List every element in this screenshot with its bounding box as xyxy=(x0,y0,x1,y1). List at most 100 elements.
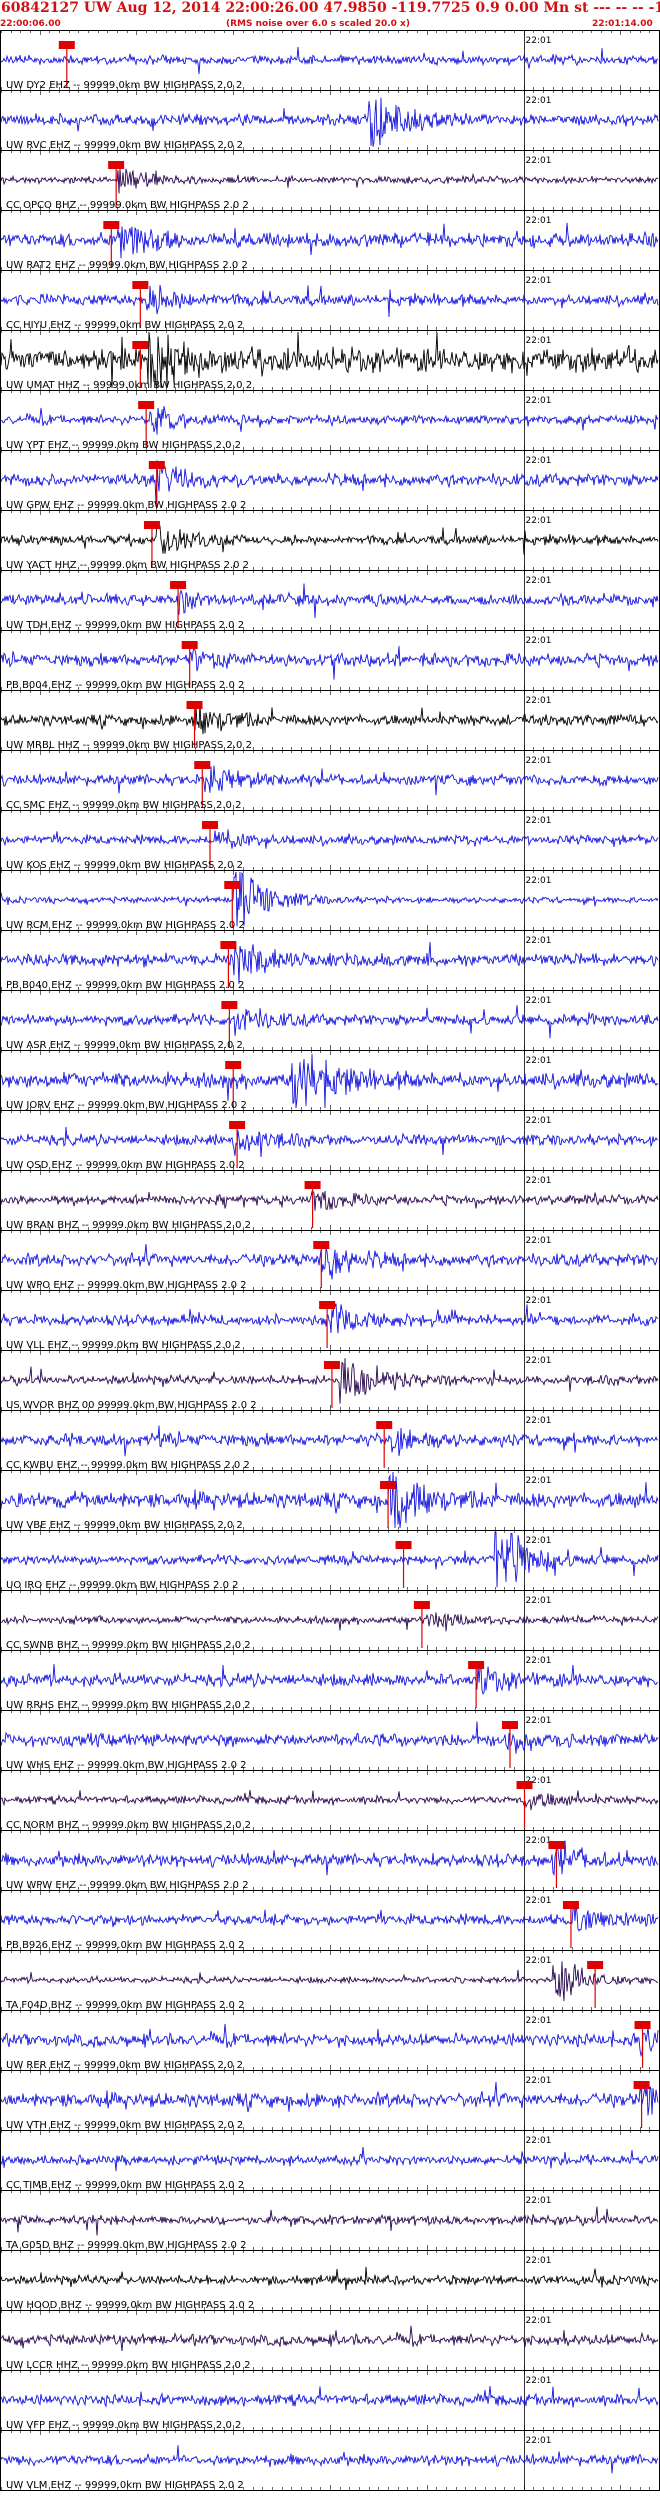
minute-label: 22:01 xyxy=(526,1656,552,1666)
waveform xyxy=(0,583,659,619)
trace-row: 22:01CC NORM BHZ -- 99999.0km BW HIGHPAS… xyxy=(0,1770,660,1831)
waveform xyxy=(0,525,659,555)
trace-label: UW JORV EHZ -- 99999.0km BW HIGHPASS 2.0… xyxy=(6,1100,247,1111)
minute-label: 22:01 xyxy=(526,1416,552,1426)
minute-label: 22:01 xyxy=(526,1836,552,1846)
trace-row: 22:01 PB B004 EHZ -- 99999.0km BW HIGHPAS… xyxy=(0,630,660,691)
trace-label: UW VLL EHZ -- 99999.0km BW HIGHPASS 2.0 … xyxy=(6,1340,241,1351)
waveform xyxy=(0,1425,659,1457)
waveform xyxy=(0,284,659,318)
minute-label: 22:01 xyxy=(526,1716,552,1726)
trace-row: 22:01 UW VLL EHZ -- 99999.0km BW HIGHPASS… xyxy=(0,1290,660,1351)
waveform xyxy=(0,871,659,927)
trace-row: 22:01 UW UMAT HHZ -- 99999.0km BW HIGHPAS… xyxy=(0,330,660,391)
trace-label: PB B040 EHZ -- 99999.0km BW HIGHPASS 2.0… xyxy=(6,980,244,991)
trace-row: 22:01 UW OSD EHZ -- 99999.0km BW HIGHPASS… xyxy=(0,1110,660,1171)
waveform xyxy=(0,1190,659,1211)
trace-label: UW BRAN BHZ -- 99999.0km BW HIGHPASS 2.0… xyxy=(6,1220,251,1231)
waveform xyxy=(0,46,659,75)
waveform xyxy=(0,222,659,259)
trace-row: 22:01 PB B926 EHZ -- 99999.0km BW HIGHPAS… xyxy=(0,1890,660,1951)
waveform xyxy=(0,1961,659,2002)
trace-label: UW RER EHZ -- 99999.0km BW HIGHPASS 2.0 … xyxy=(6,2060,243,2071)
trace-label: UW YPT EHZ -- 99999.0km BW HIGHPASS 2.0 … xyxy=(6,440,241,451)
trace-label: UW RVC EHZ -- 99999.0km BW HIGHPASS 2.0 … xyxy=(6,140,243,151)
minute-label: 22:01 xyxy=(526,876,552,886)
minute-label: 22:01 xyxy=(526,1296,552,1306)
minute-label: 22:01 xyxy=(526,1356,552,1366)
minute-label: 22:01 xyxy=(526,1956,552,1966)
trace-row: 22:01UW VTH EHZ -- 99999.0km BW HIGHPASS… xyxy=(0,2070,660,2131)
minute-label: 22:01 xyxy=(526,1176,552,1186)
trace-row: 22:01 UW YACT HHZ -- 99999.0km BW HIGHPAS… xyxy=(0,510,660,571)
trace-label: UW ASR EHZ -- 99999.0km BW HIGHPASS 2.0 … xyxy=(6,1040,243,1051)
waveform xyxy=(0,1005,659,1039)
trace-row: 22:01 UW JORV EHZ -- 99999.0km BW HIGHPAS… xyxy=(0,1050,660,1111)
minute-label: 22:01 xyxy=(526,1596,552,1606)
trace-row: 22:01 UW RVC EHZ -- 99999.0km BW HIGHPASS… xyxy=(0,90,660,151)
event-title: 60842127 UW Aug 12, 2014 22:00:26.00 47.… xyxy=(1,0,660,16)
trace-label: UW RAT2 EHZ -- 99999.0km BW HIGHPASS 2.0… xyxy=(6,260,248,271)
minute-label: 22:01 xyxy=(526,696,552,706)
trace-label: UW UMAT HHZ -- 99999.0km BW HIGHPASS 2.0… xyxy=(6,380,252,391)
waveform xyxy=(0,406,659,435)
waveform xyxy=(0,765,659,796)
trace-label: UO IRO EHZ -- 99999.0km BW HIGHPASS 2.0 … xyxy=(6,1580,239,1591)
trace-row: 22:01 CC SMC EHZ -- 99999.0km BW HIGHPASS… xyxy=(0,750,660,811)
trace-row: 22:01 US WVOR BHZ 00 99999.0km BW HIGHPAS… xyxy=(0,1350,660,1411)
waveform xyxy=(0,1721,659,1754)
end-time: 22:01:14.00 xyxy=(592,19,653,29)
trace-label: CC NORM BHZ -- 99999.0km BW HIGHPASS 2.0… xyxy=(6,1820,251,1831)
minute-label: 22:01 xyxy=(526,1536,552,1546)
trace-row: 22:01 CC SWNB BHZ -- 99999.0km BW HIGHPAS… xyxy=(0,1590,660,1651)
waveform xyxy=(0,1126,659,1158)
trace-row: 22:01 PB B040 EHZ -- 99999.0km BW HIGHPAS… xyxy=(0,930,660,991)
trace-label: CC SWNB BHZ -- 99999.0km BW HIGHPASS 2.0… xyxy=(6,1640,251,1651)
minute-label: 22:01 xyxy=(526,636,552,646)
trace-label: PB B926 EHZ -- 99999.0km BW HIGHPASS 2.0… xyxy=(6,1940,244,1951)
waveform xyxy=(0,941,659,984)
waveform xyxy=(0,1789,659,1811)
waveform xyxy=(0,702,659,735)
waveform xyxy=(0,829,659,849)
trace-row: 22:01 CC KWBU EHZ -- 99999.0km BW HIGHPAS… xyxy=(0,1410,660,1471)
trace-row: 22:01 UW WPW EHZ -- 99999.0km BW HIGHPASS… xyxy=(0,1830,660,1891)
trace-label: UW VBE EHZ -- 99999.0km BW HIGHPASS 2.0 … xyxy=(6,1520,243,1531)
waveform xyxy=(0,1612,659,1632)
trace-label: UW KOS EHZ -- 99999.0km BW HIGHPASS 2.0 … xyxy=(6,860,243,871)
trace-label: US WVOR BHZ 00 99999.0km BW HIGHPASS 2.0… xyxy=(6,1400,257,1411)
trace-row: 22:01 CC OPCO BHZ -- 99999.0km BW HIGHPAS… xyxy=(0,150,660,211)
trace-row: 22:01 UW RCM EHZ -- 99999.0km BW HIGHPASS… xyxy=(0,870,660,931)
waveform xyxy=(0,1531,659,1588)
waveform xyxy=(0,646,659,680)
minute-label: 22:01 xyxy=(526,996,552,1006)
minute-label: 22:01 xyxy=(526,276,552,286)
trace-label: PB B004 EHZ -- 99999.0km BW HIGHPASS 2.0… xyxy=(6,680,244,691)
waveform xyxy=(0,168,659,194)
trace-row: 22:01 UW TDH EHZ -- 99999.0km BW HIGHPASS… xyxy=(0,570,660,631)
trace-row: 22:01 UW BRAN BHZ -- 99999.0km BW HIGHPAS… xyxy=(0,1170,660,1231)
minute-label: 22:01 xyxy=(526,576,552,586)
trace-label: UW MRBL HHZ -- 99999.0km BW HIGHPASS 2.0… xyxy=(6,740,252,751)
trace-row: 22:01 UW KOS EHZ -- 99999.0km BW HIGHPASS… xyxy=(0,810,660,871)
minute-label: 22:01 xyxy=(526,396,552,406)
trace-label: UW OSD EHZ -- 99999.0km BW HIGHPASS 2.0 … xyxy=(6,1160,245,1171)
start-time: 22:00:06.00 xyxy=(0,19,61,29)
trace-label: UW WPO EHZ -- 99999.0km BW HIGHPASS 2.0 … xyxy=(6,1280,247,1291)
trace-label: UW RRHS EHZ -- 99999.0km BW HIGHPASS 2.0… xyxy=(6,1700,251,1711)
trace-label: CC OPCO BHZ -- 99999.0km BW HIGHPASS 2.0… xyxy=(6,200,249,211)
minute-label: 22:01 xyxy=(526,456,552,466)
waveform xyxy=(0,1663,659,1695)
trace-row: 22:01 UW RRHS EHZ -- 99999.0km BW HIGHPAS… xyxy=(0,1650,660,1711)
minute-label: 22:01 xyxy=(526,336,552,346)
trace-row: 22:01 UW RAT2 EHZ -- 99999.0km BW HIGHPAS… xyxy=(0,210,660,271)
trace-row: 22:01 TA F04D BHZ -- 99999.0km BW HIGHPAS… xyxy=(0,1950,660,2011)
minute-label: 22:01 xyxy=(526,1476,552,1486)
trace-label: UW DY2 EHZ -- 99999.0km BW HIGHPASS 2.0 … xyxy=(6,80,242,91)
minute-label: 22:01 xyxy=(526,816,552,826)
minute-label: 22:01 xyxy=(526,36,552,46)
waveform xyxy=(0,460,659,505)
trace-row: 22:01 UW VBE EHZ -- 99999.0km BW HIGHPASS… xyxy=(0,1470,660,1531)
trace-row: 22:01 UW MRBL HHZ -- 99999.0km BW HIGHPAS… xyxy=(0,690,660,751)
trace-label: UW WPW EHZ -- 99999.0km BW HIGHPASS 2.0 … xyxy=(6,1880,249,1891)
